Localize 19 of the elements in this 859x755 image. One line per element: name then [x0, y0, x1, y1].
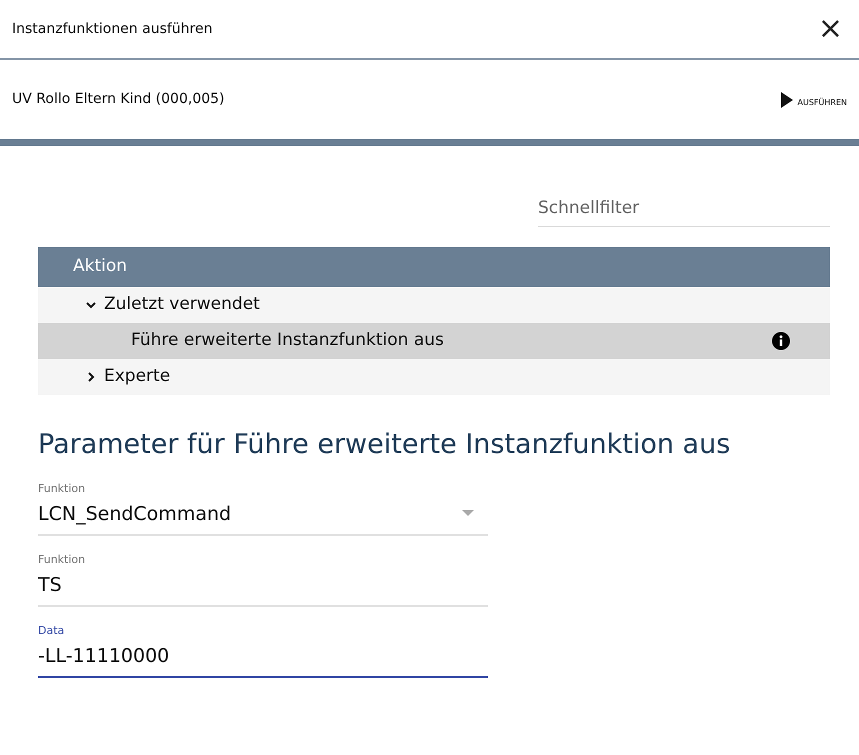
parameter-heading: Parameter für Führe erweiterte Instanzfunktion aus	[38, 428, 732, 462]
close-button[interactable]: ×	[814, 14, 847, 44]
info-icon[interactable]	[772, 332, 790, 350]
field-label: Funktion	[38, 552, 86, 568]
run-button[interactable]: AUSFÜHREN	[780, 90, 847, 108]
function-dropdown[interactable]: LCN_SendCommand	[38, 498, 488, 536]
tree-row[interactable]: Experte	[38, 358, 830, 394]
chevron-down-icon[interactable]	[86, 300, 96, 310]
tree-row[interactable]: Zuletzt verwendet	[38, 286, 830, 322]
chevron-right-icon[interactable]	[86, 372, 96, 382]
field-label: Data	[38, 623, 66, 639]
tree-row[interactable]: Führe erweiterte Instanzfunktion aus	[38, 322, 830, 358]
field-label: Funktion	[38, 481, 86, 497]
dialog-title: Instanzfunktionen ausführen	[12, 20, 212, 38]
input-field[interactable]: -LL-11110000	[38, 640, 488, 678]
input-field[interactable]: TS	[38, 568, 488, 607]
play-icon	[780, 90, 794, 108]
device-name: UV Rollo Eltern Kind (000,005)	[12, 90, 225, 109]
column-header: Aktion	[38, 246, 830, 286]
